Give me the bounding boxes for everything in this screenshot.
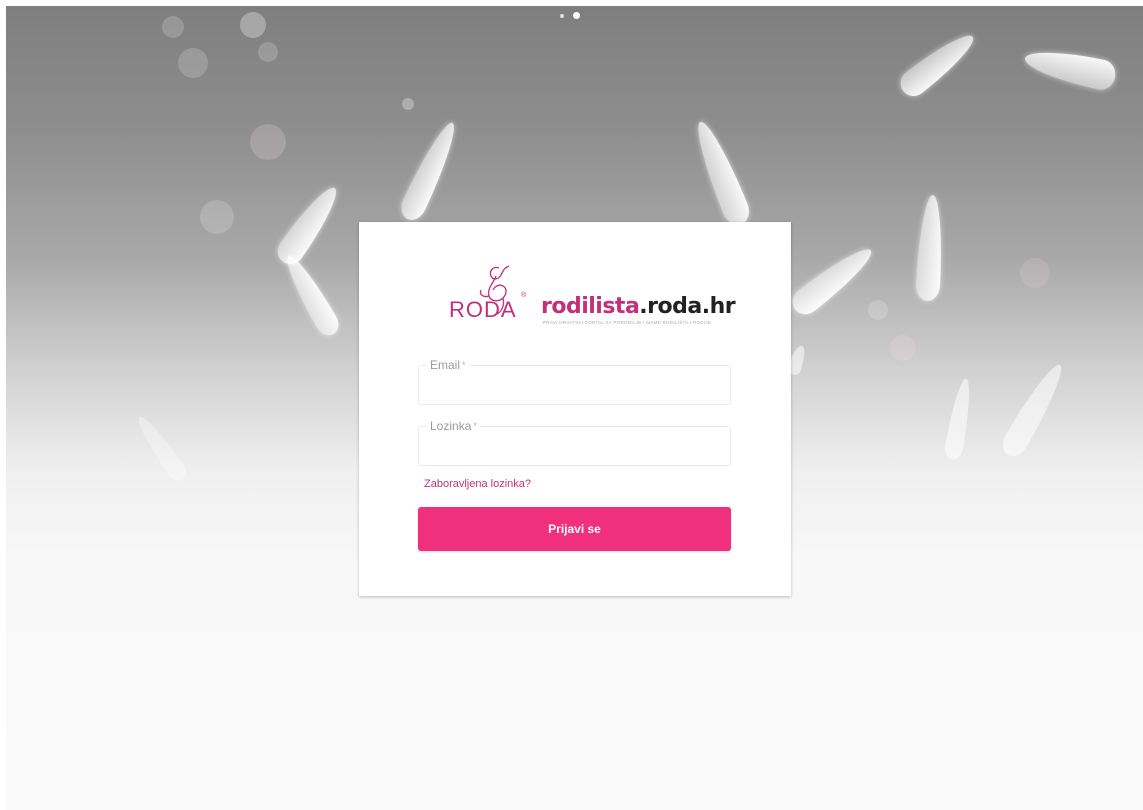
feather [943,377,975,461]
password-input[interactable] [419,427,730,465]
carousel-dot[interactable] [560,13,564,18]
site-name-domain: .roda.hr [639,294,736,319]
feather [1021,43,1119,93]
carousel-dot-active[interactable] [573,12,580,19]
feather [272,180,346,270]
feather [396,117,464,225]
bokeh-light [868,300,888,320]
forgot-password-link[interactable]: Zaboravljena lozinka? [424,478,531,490]
login-card: RODA ® rodilista.roda.hr PRAVI HRVATSKI … [359,222,791,596]
feather [688,117,754,229]
bokeh-light [258,42,278,62]
bokeh-light [240,12,266,38]
window-left-edge [0,0,6,810]
carousel-indicators [560,12,580,19]
feather [787,240,879,320]
password-field[interactable]: Lozinka * [418,419,731,466]
feather [278,250,344,340]
bokeh-light [890,335,916,361]
bokeh-light [200,200,234,234]
feather [915,194,945,302]
login-button[interactable]: Prijavi se [418,507,731,551]
bokeh-light [1020,258,1050,288]
email-field[interactable]: Email * [418,358,731,405]
brand-tagline: PRAVI HRVATSKI PORTAL ZA PORODILJE I MAM… [543,320,712,325]
site-name: rodilista.roda.hr [541,294,736,319]
feather [997,358,1071,462]
site-name-rodilista: rodilista [541,294,640,319]
email-input[interactable] [419,366,730,404]
bokeh-light [162,16,184,38]
window-top-edge [0,0,1143,6]
roda-logo-text: RODA [449,297,517,322]
bokeh-light [250,124,286,160]
feather [895,26,981,102]
brand-logo: RODA ® rodilista.roda.hr PRAVI HRVATSKI … [449,262,736,332]
bokeh-light [178,48,208,78]
registered-mark: ® [521,292,527,299]
bokeh-light [402,98,414,110]
feather [131,411,191,485]
